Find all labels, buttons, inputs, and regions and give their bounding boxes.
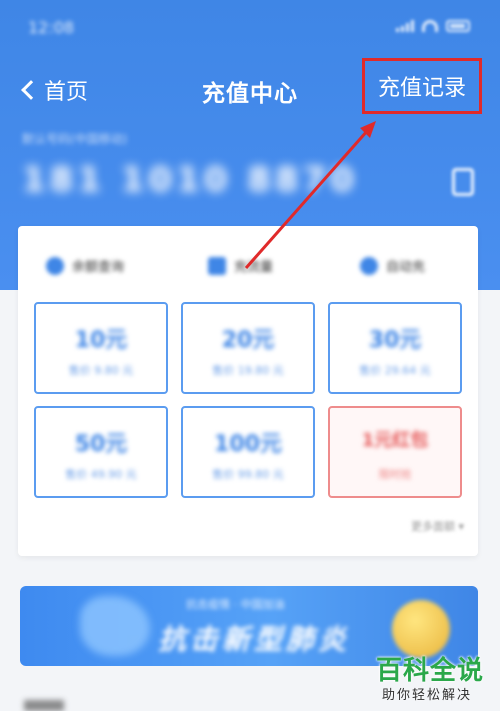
auto-icon	[360, 256, 378, 275]
contact-book-icon[interactable]	[452, 168, 474, 196]
status-icons	[396, 20, 470, 32]
balance-icon	[46, 256, 64, 275]
amount-value: 100元	[214, 432, 282, 457]
amount-option-20[interactable]: 20元 售价 19.80 元	[181, 302, 315, 394]
amount-option-100[interactable]: 100元 售价 99.80 元	[181, 406, 315, 498]
status-bar: 12:08	[0, 0, 500, 60]
tab-data-recharge[interactable]: 充流量	[208, 256, 273, 275]
banner-subtitle: 抗击疫情 · 中国加油	[186, 598, 285, 611]
data-icon	[208, 256, 226, 275]
amount-grid: 10元 售价 9.80 元 20元 售价 19.80 元 30元 售价 29.6…	[34, 302, 462, 512]
watermark-logo: 百科全说 助你轻松解决	[372, 650, 494, 708]
tab-label: 余额查询	[72, 260, 125, 275]
tab-label: 充流量	[234, 260, 274, 275]
amount-value: 30元	[368, 328, 422, 353]
watermark-sub: 助你轻松解决	[382, 688, 473, 703]
phone-number: 181 1010 8870	[22, 160, 358, 200]
signal-icon	[396, 20, 414, 32]
amount-value: 10元	[74, 328, 128, 353]
amount-option-30[interactable]: 30元 售价 29.64 元	[328, 302, 462, 394]
phone-caption: 默认号码(中国移动)	[22, 132, 128, 146]
red-packet-option[interactable]: 1元红包 限时抢	[328, 406, 462, 498]
amount-option-50[interactable]: 50元 售价 49.90 元	[34, 406, 168, 498]
tab-auto-recharge[interactable]: 自动充	[360, 256, 425, 275]
recharge-tabs: 余额查询 充流量 自动充	[18, 248, 478, 288]
amount-option-10[interactable]: 10元 售价 9.80 元	[34, 302, 168, 394]
recharge-record-label: 充值记录	[377, 76, 466, 101]
recharge-card: 余额查询 充流量 自动充 10元 售价 9.80 元 20元 售价 19.80 …	[18, 226, 478, 556]
status-time: 12:08	[28, 18, 75, 37]
tab-balance-query[interactable]: 余额查询	[46, 256, 124, 275]
amount-price: 售价 19.80 元	[212, 364, 284, 377]
amount-value: 20元	[221, 328, 275, 353]
banner-illustration	[80, 596, 150, 656]
amount-price: 售价 49.90 元	[65, 468, 137, 481]
more-amounts-link[interactable]: 更多面额 ▾	[411, 518, 464, 534]
wifi-icon	[422, 20, 438, 32]
amount-price: 限时抢	[378, 468, 412, 481]
amount-price: 售价 29.64 元	[359, 364, 431, 377]
banner-headline: 抗击新型肺炎	[158, 623, 351, 656]
battery-icon	[446, 20, 470, 32]
watermark-main: 百科全说	[376, 656, 485, 686]
next-section-peek	[24, 700, 64, 711]
amount-price: 售价 99.80 元	[212, 468, 284, 481]
recharge-record-link[interactable]: 充值记录	[362, 58, 482, 114]
amount-value: 50元	[74, 432, 128, 457]
amount-value: 1元红包	[361, 430, 429, 451]
tab-label: 自动充	[386, 260, 426, 275]
amount-price: 售价 9.80 元	[68, 364, 134, 377]
